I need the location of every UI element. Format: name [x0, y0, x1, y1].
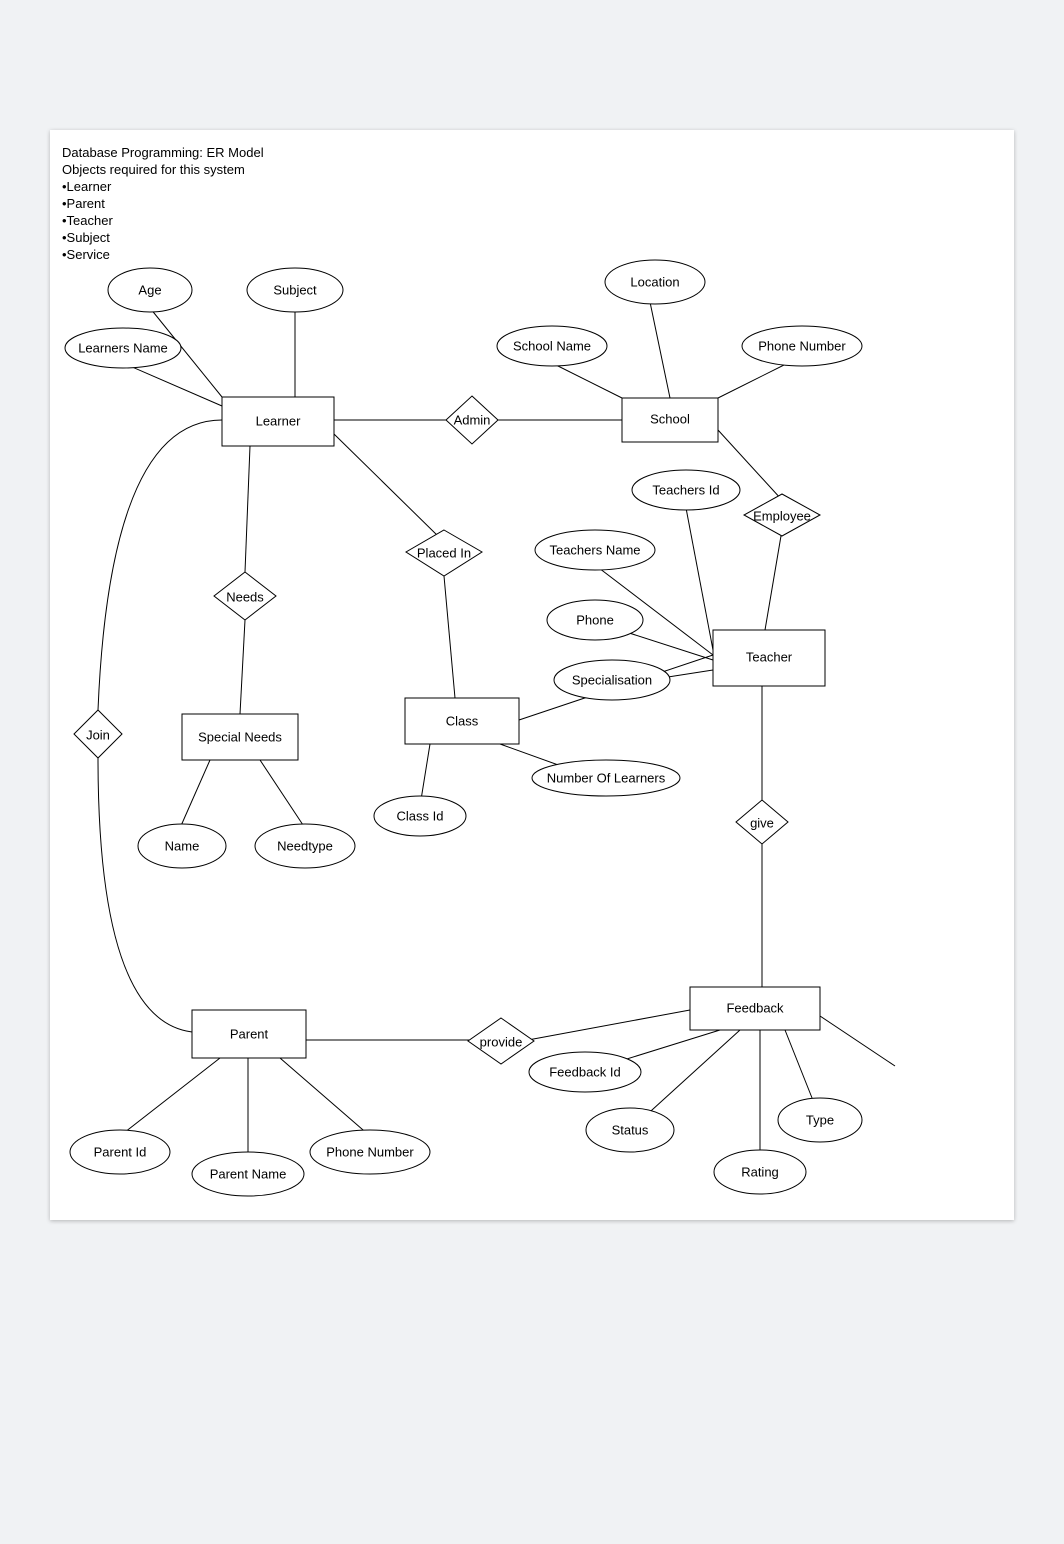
label-needtype: Needtype	[277, 838, 333, 853]
label-phone: Phone	[576, 612, 614, 627]
label-give: give	[750, 815, 774, 830]
label-class-id: Class Id	[397, 808, 444, 823]
label-teachers-id: Teachers Id	[652, 482, 719, 497]
label-specialisation: Specialisation	[572, 672, 652, 687]
label-feedback: Feedback	[726, 1000, 784, 1015]
label-age: Age	[138, 282, 161, 297]
label-phone-number-school: Phone Number	[758, 338, 846, 353]
label-teacher: Teacher	[746, 649, 793, 664]
label-admin: Admin	[454, 412, 491, 427]
label-feedback-id: Feedback Id	[549, 1064, 621, 1079]
label-number-of-learners: Number Of Learners	[547, 770, 666, 785]
label-provide: provide	[480, 1034, 523, 1049]
label-special-needs: Special Needs	[198, 729, 282, 744]
diagram-sheet: Database Programming: ER Model Objects r…	[50, 130, 1014, 1220]
page: Database Programming: ER Model Objects r…	[0, 0, 1064, 1544]
label-subject: Subject	[273, 282, 317, 297]
label-learners-name: Learners Name	[78, 340, 168, 355]
label-name: Name	[165, 838, 200, 853]
label-placed-in: Placed In	[417, 545, 471, 560]
label-location: Location	[630, 274, 679, 289]
label-phone-number-parent: Phone Number	[326, 1144, 414, 1159]
label-school-name: School Name	[513, 338, 591, 353]
label-join: Join	[86, 727, 110, 742]
er-diagram: Learner School Special Needs Class Teach…	[50, 130, 1014, 1220]
label-status: Status	[612, 1122, 649, 1137]
label-teachers-name: Teachers Name	[549, 542, 640, 557]
label-parent: Parent	[230, 1026, 269, 1041]
label-school: School	[650, 411, 690, 426]
label-type: Type	[806, 1112, 834, 1127]
label-needs: Needs	[226, 589, 264, 604]
label-parent-name: Parent Name	[210, 1166, 287, 1181]
label-learner: Learner	[256, 413, 301, 428]
label-employee: Employee	[753, 508, 811, 523]
label-parent-id: Parent Id	[94, 1144, 147, 1159]
label-rating: Rating	[741, 1164, 779, 1179]
label-class: Class	[446, 713, 479, 728]
